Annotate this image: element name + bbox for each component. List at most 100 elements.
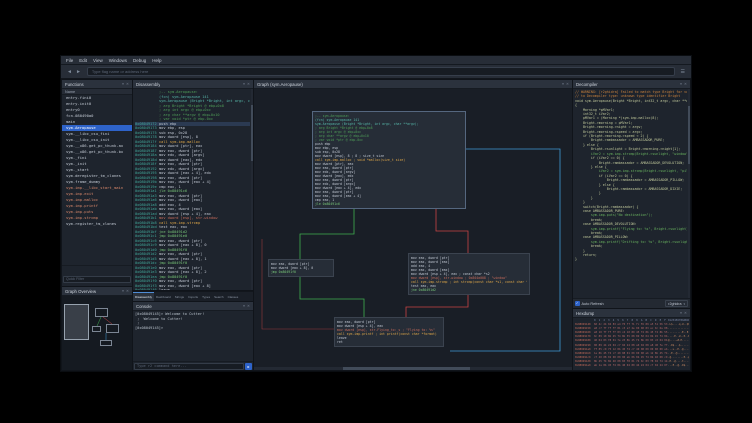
chevron-down-icon: ▾ bbox=[683, 302, 685, 306]
menu-bar: FileEditViewWindowsDebugHelp bbox=[61, 56, 691, 65]
menu-item[interactable]: Windows bbox=[106, 56, 130, 65]
function-item[interactable]: sym.register_tm_clones bbox=[62, 221, 132, 227]
graph-hscrollbar[interactable] bbox=[254, 367, 572, 370]
decompiler-scrollbar[interactable] bbox=[688, 89, 690, 298]
widget-tab[interactable]: Dashboard bbox=[154, 293, 173, 301]
graph-panel: Graph (sym.Aeropause) ▾ ✕ bbox=[254, 80, 572, 370]
widget-tab[interactable]: Types bbox=[200, 293, 212, 301]
scrollbar-thumb[interactable] bbox=[251, 105, 253, 161]
disassembly-panel: Disassembly ▾ ✕ ;-- sym.Aerop bbox=[133, 80, 253, 290]
functions-list[interactable]: entry.fini0entry.init0entry0fcn.080490a0… bbox=[62, 95, 132, 265]
menu-item[interactable]: File bbox=[63, 56, 76, 65]
decompiler-line: Bright->ambassador = AMBASSADOR_PILLOW; bbox=[575, 178, 687, 182]
console-line: [0x08049145]> bbox=[135, 326, 251, 331]
scrollbar-thumb[interactable] bbox=[688, 106, 690, 165]
hexdump-body[interactable]: 0 1 2 3 4 5 6 7 8 9 A B C D E F 01234567… bbox=[573, 318, 690, 370]
console-panel: Console ▾ ✕ [0x08049145]> Welcome to Cut… bbox=[133, 302, 253, 370]
decompiler-panel: Decompiler ▾ ✕ // WARNING: [r2ghidra] Fa… bbox=[573, 80, 690, 308]
decompiler-panel-header: Decompiler ▾ ✕ bbox=[573, 80, 690, 89]
panel-menu-icon[interactable]: ▾ bbox=[122, 287, 124, 296]
disassembly-panel-header: Disassembly ▾ ✕ bbox=[133, 80, 253, 89]
panel-menu-icon[interactable]: ▾ bbox=[243, 80, 245, 89]
graph-overview-header: Graph Overview ▾ ✕ bbox=[62, 287, 132, 296]
minimap-edges bbox=[62, 296, 130, 370]
panel-menu-icon[interactable]: ▾ bbox=[122, 80, 124, 89]
quick-filter-bar bbox=[62, 265, 132, 286]
panel-menu-icon[interactable]: ▾ bbox=[680, 309, 682, 318]
close-icon[interactable]: ✕ bbox=[247, 302, 250, 311]
graph-block-line: jne 0x80491d2 bbox=[411, 288, 527, 292]
console-output[interactable]: [0x08049145]> Welcome to Cutter! ; Welco… bbox=[133, 311, 253, 361]
menu-item[interactable]: Help bbox=[149, 56, 164, 65]
panel-menu-icon[interactable]: ▾ bbox=[243, 302, 245, 311]
widget-tab[interactable]: Strings bbox=[173, 293, 186, 301]
widget-tab-bar: DisassemblyDashboardStringsImportsTypesS… bbox=[133, 291, 253, 301]
functions-panel-header: Functions ▾ ✕ bbox=[62, 80, 132, 89]
panel-menu-icon[interactable]: ▾ bbox=[562, 80, 564, 89]
toolbar: ◄ ► ☰ bbox=[61, 65, 691, 79]
graph-block-line: call sym.imp.printf ; int printf(const c… bbox=[337, 332, 441, 336]
hexdump-panel-header: Hexdump ▾ ✕ bbox=[573, 309, 690, 318]
decompiler-code[interactable]: // WARNING: [r2ghidra] Failed to match t… bbox=[573, 89, 687, 298]
menu-item[interactable]: View bbox=[90, 56, 106, 65]
disassembly-line[interactable]: 0x080491f6 leave bbox=[135, 288, 250, 290]
menu-item[interactable]: Edit bbox=[76, 56, 90, 65]
quick-filter-input[interactable] bbox=[63, 276, 131, 283]
screen: FileEditViewWindowsDebugHelp ◄ ► ☰ Funct… bbox=[0, 0, 752, 423]
graph-block-line: jmp 0x80491f0 bbox=[271, 270, 331, 274]
disassembly-panel-title: Disassembly bbox=[136, 82, 160, 87]
graph-block[interactable]: mov eax, dword [ptr]mov dword [eax + 8],… bbox=[268, 259, 334, 277]
decompiler-select[interactable]: r2ghidra ▾ bbox=[665, 300, 688, 307]
close-icon[interactable]: ✕ bbox=[247, 80, 250, 89]
decompiler-panel-title: Decompiler bbox=[576, 82, 598, 87]
disassembly-listing[interactable]: ;-- sym.Aeropause: (fcn) sym.Aeropause 1… bbox=[133, 89, 250, 290]
functions-panel-title: Functions bbox=[65, 82, 84, 87]
decompiler-line: void sym.Aeropause(Bright *Bright, int32… bbox=[575, 99, 687, 103]
main-area: Functions ▾ ✕ Name entry.fini0entry.init… bbox=[61, 79, 691, 371]
cutter-window: FileEditViewWindowsDebugHelp ◄ ► ☰ Funct… bbox=[60, 55, 692, 372]
graph-overview-panel: Graph Overview ▾ ✕ bbox=[62, 287, 132, 370]
widget-tab[interactable]: Imports bbox=[186, 293, 200, 301]
back-icon[interactable]: ◄ bbox=[65, 69, 74, 75]
console-panel-title: Console bbox=[136, 304, 152, 309]
graph-overview-title: Graph Overview bbox=[65, 289, 96, 294]
close-icon[interactable]: ✕ bbox=[684, 309, 687, 318]
hex-offset: 0x080491e0 bbox=[575, 364, 594, 368]
scrollbar-thumb[interactable] bbox=[343, 367, 470, 370]
decompiler-select-value: r2ghidra bbox=[668, 302, 681, 306]
graph-canvas[interactable]: ;-- sym.Aeropause:(fcn) sym.Aeropause 14… bbox=[254, 89, 572, 370]
graph-block[interactable]: mov eax, dword [ptr]mov eax, dword [eax]… bbox=[408, 253, 530, 295]
panel-menu-icon[interactable]: ▾ bbox=[680, 80, 682, 89]
disassembly-scrollbar[interactable] bbox=[251, 89, 253, 290]
hexdump-row[interactable]: 0x080491e0 eb 1a 8b 45 f4 8b 40 04 89 44… bbox=[575, 364, 689, 368]
console-run-button[interactable]: ▸ bbox=[245, 363, 252, 370]
graph-panel-title: Graph (sym.Aeropause) bbox=[257, 82, 303, 87]
graph-overview-minimap[interactable] bbox=[62, 296, 132, 370]
auto-refresh-label: Auto Refresh bbox=[582, 302, 604, 306]
decompiler-footer: ✓ Auto Refresh r2ghidra ▾ bbox=[573, 298, 690, 308]
hexdump-rows: 0x08049140 8d 4c 24 04 83 e4 f0 ff 71 fc… bbox=[575, 323, 689, 368]
graph-block-line: ret bbox=[337, 340, 441, 344]
widget-tab[interactable]: Search bbox=[212, 293, 226, 301]
graph-block[interactable]: mov eax, dword [ptr]mov dword [esp + 4],… bbox=[334, 317, 444, 347]
auto-refresh-checkbox[interactable]: ✓ bbox=[575, 301, 580, 306]
instruction: leave bbox=[159, 288, 250, 290]
address: 0x080491f6 bbox=[135, 288, 159, 290]
decompiler-line: } bbox=[575, 257, 687, 261]
menu-item[interactable]: Debug bbox=[130, 56, 149, 65]
close-icon[interactable]: ✕ bbox=[126, 287, 129, 296]
widget-tab[interactable]: Classes bbox=[226, 293, 241, 301]
forward-icon[interactable]: ► bbox=[74, 69, 83, 75]
widget-tab[interactable]: Disassembly bbox=[133, 292, 154, 301]
tasks-icon[interactable]: ☰ bbox=[679, 69, 687, 75]
hex-ascii: ...E..@..D$...$. bbox=[668, 364, 689, 368]
close-icon[interactable]: ✕ bbox=[566, 80, 569, 89]
hexdump-panel: Hexdump ▾ ✕ 0 1 2 3 4 5 6 7 8 9 A B C D … bbox=[573, 309, 690, 370]
console-input[interactable] bbox=[134, 363, 244, 370]
console-panel-header: Console ▾ ✕ bbox=[133, 302, 253, 311]
search-input[interactable] bbox=[87, 67, 675, 76]
close-icon[interactable]: ✕ bbox=[684, 80, 687, 89]
graph-block[interactable]: ;-- sym.Aeropause:(fcn) sym.Aeropause 14… bbox=[312, 111, 466, 209]
close-icon[interactable]: ✕ bbox=[126, 80, 129, 89]
graph-panel-header: Graph (sym.Aeropause) ▾ ✕ bbox=[254, 80, 572, 89]
